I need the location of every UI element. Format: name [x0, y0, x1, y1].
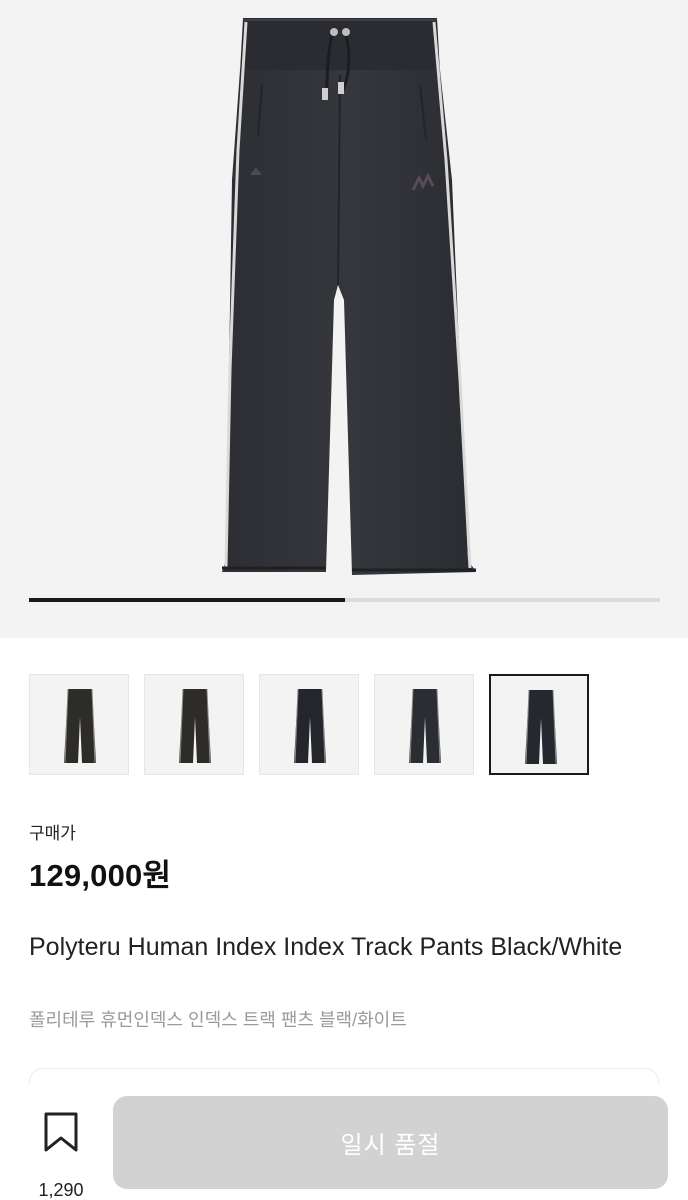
thumbnail-image [179, 688, 211, 764]
thumbnail-3[interactable] [259, 674, 359, 775]
bookmark-icon [44, 1112, 78, 1152]
thumbnail-1[interactable] [29, 674, 129, 775]
thumbnail-image [294, 688, 326, 764]
thumbnail-image [409, 688, 441, 764]
product-image-carousel[interactable] [0, 0, 688, 638]
product-title: Polyteru Human Index Index Track Pants B… [29, 933, 623, 961]
bookmark-button[interactable]: 1,290 [20, 1106, 102, 1200]
thumbnail-image [525, 689, 557, 765]
thumbnail-image [64, 688, 96, 764]
bookmark-count: 1,290 [38, 1180, 84, 1200]
thumbnail-strip [29, 674, 659, 775]
thumbnail-2[interactable] [144, 674, 244, 775]
thumbnail-4[interactable] [374, 674, 474, 775]
price: 129,000원 [29, 858, 172, 893]
product-title-korean: 폴리테루 휴먼인덱스 인덱스 트랙 팬츠 블랙/화이트 [29, 1010, 407, 1030]
price-label: 구매가 [29, 824, 76, 843]
product-image [222, 18, 476, 575]
sold-out-button[interactable]: 일시 품절 [113, 1096, 668, 1189]
bottom-action-bar: 1,290 일시 품절 [0, 1084, 688, 1200]
carousel-progress-fill [29, 598, 345, 602]
carousel-progress-track [29, 598, 660, 602]
thumbnail-5[interactable] [489, 674, 589, 775]
